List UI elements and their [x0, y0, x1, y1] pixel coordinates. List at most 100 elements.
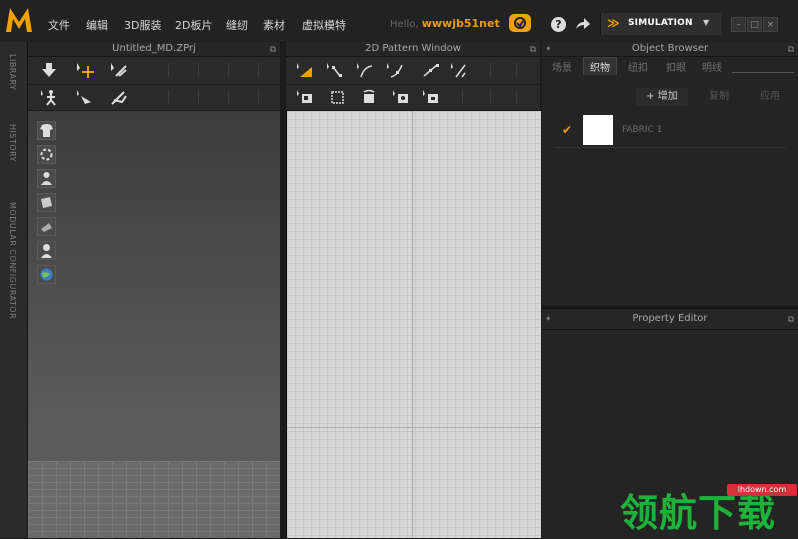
add-point-icon[interactable] — [420, 61, 442, 79]
tab-modular-configurator[interactable]: MODULAR CONFIGURATOR — [8, 202, 17, 319]
menu-bar: 文件 编辑 3D服装 2D板片 缝纫 素材 虚拟模特 Hello, wwwjb5… — [0, 0, 798, 43]
texture-icon — [40, 148, 53, 161]
popout-icon[interactable]: ⧉ — [788, 310, 794, 330]
mode-label: SIMULATION — [628, 18, 693, 28]
fabric-list-item[interactable]: ✔ FABRIC 1 — [554, 114, 786, 148]
pattern-2d-toolbar-1 — [286, 57, 540, 85]
object-browser-header: ➧ Object Browser ⧉ — [542, 42, 798, 57]
greeting-prefix: Hello, — [390, 19, 419, 30]
viewport-3d-header: Untitled_MD.ZPrj ⧉ — [28, 42, 280, 57]
environment-icon[interactable] — [37, 265, 56, 284]
chevron-down-icon: ▼ — [703, 18, 710, 27]
tab-fabric[interactable]: 织物 — [583, 57, 617, 75]
popout-icon[interactable]: ⧉ — [788, 43, 794, 57]
toolbar-separator — [490, 90, 491, 104]
tab-library[interactable]: LIBRARY — [8, 54, 17, 90]
pattern-2d-title: 2D Pattern Window — [365, 43, 461, 54]
fabric-swatch[interactable] — [583, 115, 613, 145]
tab-history[interactable]: HISTORY — [8, 124, 17, 162]
toolbar-separator — [228, 90, 229, 104]
menu-edit[interactable]: 编辑 — [86, 17, 108, 33]
help-icon[interactable]: ? — [551, 17, 566, 32]
menu-file[interactable]: 文件 — [48, 17, 70, 33]
fold-icon[interactable] — [108, 88, 130, 106]
tab-buttonhole[interactable]: 扣眼 — [666, 59, 686, 74]
restore-button[interactable]: □ — [747, 17, 762, 32]
flat-sheet-icon — [41, 223, 52, 232]
cut-point-icon[interactable] — [448, 61, 470, 79]
transform-pattern-icon[interactable] — [294, 61, 316, 79]
toolbar-separator — [490, 63, 491, 77]
viewport-3d[interactable] — [28, 111, 280, 538]
object-browser-title: Object Browser — [631, 43, 709, 54]
add-fabric-button[interactable]: + 增加 — [636, 88, 688, 106]
menu-materials[interactable]: 素材 — [263, 17, 285, 33]
cloud-icon-glyph — [514, 17, 526, 29]
menu-avatar[interactable]: 虚拟模特 — [302, 17, 346, 33]
apply-button[interactable]: 应用 — [752, 88, 788, 106]
texture-display-icon[interactable] — [37, 145, 56, 164]
pattern-2d-toolbar-2 — [286, 85, 540, 111]
floor-grid — [28, 461, 280, 538]
toolbar-separator — [516, 63, 517, 77]
share-icon[interactable] — [574, 16, 592, 32]
pattern-2d-canvas[interactable] — [286, 111, 541, 538]
viewport-3d-toolbar-1 — [28, 57, 280, 85]
select-mesh-icon[interactable] — [108, 61, 130, 79]
fabric-name: FABRIC 1 — [622, 125, 663, 135]
watermark-site: lhdown.com — [727, 484, 797, 496]
chevron-double-icon: ≫ — [607, 16, 620, 30]
avatar-silhouette-icon[interactable] — [37, 241, 56, 260]
select-move-icon[interactable] — [74, 61, 96, 79]
viewport-3d-title: Untitled_MD.ZPrj — [112, 43, 196, 54]
username[interactable]: wwwjb51net — [422, 17, 500, 30]
popout-icon[interactable]: ⧉ — [530, 43, 536, 57]
internal-rectangle-icon[interactable] — [420, 88, 442, 106]
user-greeting: Hello, wwwjb51net — [390, 17, 500, 30]
edit-curvature-icon[interactable] — [354, 61, 376, 79]
toolbar-separator — [198, 90, 199, 104]
center-axis-horizontal — [287, 427, 541, 428]
popout-icon[interactable]: ⧉ — [270, 43, 276, 57]
tab-scene[interactable]: 场景 — [552, 59, 572, 74]
toolbar-separator — [198, 63, 199, 77]
globe-icon — [40, 268, 53, 281]
menu-sewing[interactable]: 缝纫 — [226, 17, 248, 33]
internal-polygon-icon[interactable] — [390, 88, 412, 106]
polygon-icon[interactable] — [294, 88, 316, 106]
toolbar-separator — [258, 63, 259, 77]
toolbar-separator — [462, 90, 463, 104]
drop-icon[interactable] — [38, 61, 60, 79]
minimize-button[interactable]: – — [731, 17, 746, 32]
avatar-display-icon[interactable] — [37, 169, 56, 188]
collapse-arrow-icon[interactable]: ➧ — [545, 309, 552, 329]
copy-button[interactable]: 复制 — [702, 88, 736, 106]
close-button[interactable]: × — [763, 17, 778, 32]
transform-icon[interactable] — [74, 88, 96, 106]
simulation-mode-dropdown[interactable]: ≫ SIMULATION ▼ — [600, 13, 721, 35]
tab-topstitch[interactable]: 明线 — [702, 59, 722, 74]
edit-curve-point-icon[interactable] — [384, 61, 406, 79]
toolbar-separator — [168, 90, 169, 104]
fabric-display-icon[interactable] — [37, 217, 56, 236]
toolbar-separator — [228, 63, 229, 77]
cloud-icon[interactable] — [509, 14, 531, 32]
tab-button[interactable]: 纽扣 — [628, 59, 648, 74]
rectangle-icon[interactable] — [326, 88, 348, 106]
property-editor-title: Property Editor — [632, 313, 708, 324]
md-logo-icon[interactable] — [4, 5, 34, 35]
edit-point-icon[interactable] — [324, 61, 346, 79]
pattern-display-icon[interactable] — [37, 193, 56, 212]
circle-icon[interactable] — [358, 88, 380, 106]
pin-avatar-icon[interactable] — [38, 88, 60, 106]
garment-display-icon[interactable] — [37, 121, 56, 140]
bust-icon — [41, 244, 52, 258]
menu-2d-pattern[interactable]: 2D板片 — [175, 17, 212, 33]
sheet-icon — [41, 197, 52, 208]
menu-3d-garment[interactable]: 3D服装 — [124, 17, 161, 33]
pattern-2d-header: 2D Pattern Window ⧉ — [286, 42, 540, 57]
check-icon[interactable]: ✔ — [562, 123, 572, 137]
collapse-arrow-icon[interactable]: ➧ — [545, 42, 552, 56]
left-dock: LIBRARY HISTORY MODULAR CONFIGURATOR — [0, 42, 28, 538]
toolbar-separator — [516, 90, 517, 104]
